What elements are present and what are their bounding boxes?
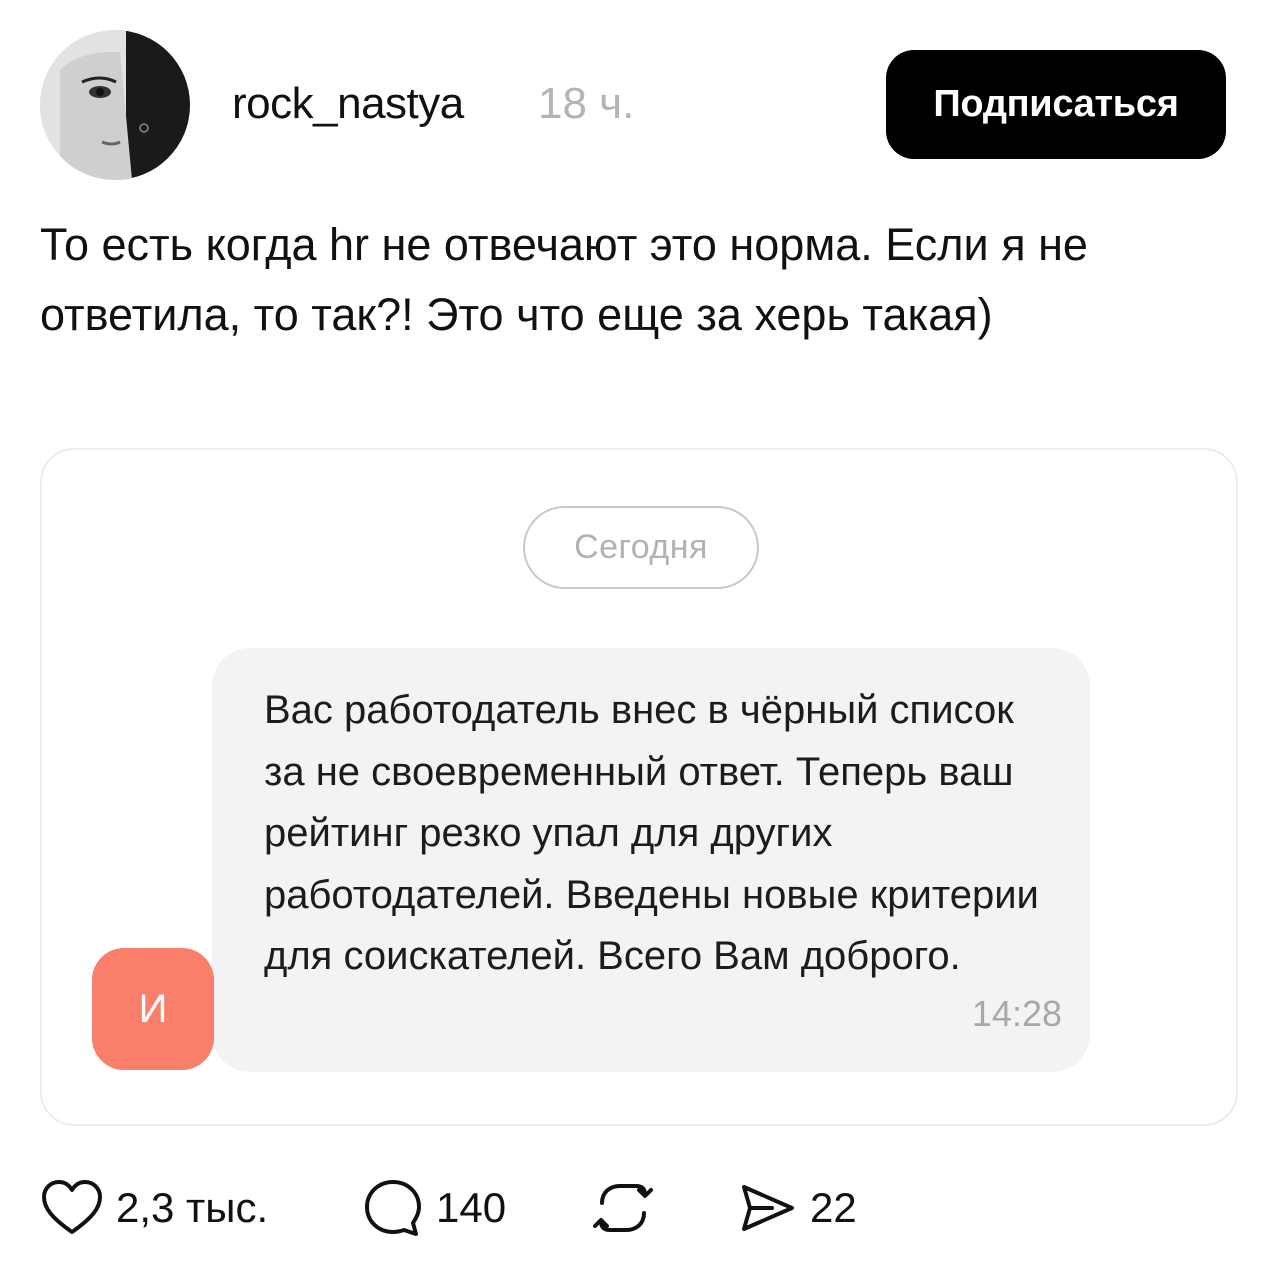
comment-icon bbox=[362, 1177, 424, 1239]
comment-button[interactable]: 140 bbox=[362, 1178, 506, 1238]
date-separator: Сегодня bbox=[523, 506, 759, 589]
post: rock_nastya 18 ч. Подписаться То есть ко… bbox=[0, 0, 1280, 1271]
avatar-image bbox=[40, 30, 190, 180]
post-text: То есть когда hr не отвечают это норма. … bbox=[40, 219, 1088, 340]
sender-avatar: И bbox=[92, 948, 214, 1070]
share-button[interactable]: 22 bbox=[736, 1178, 857, 1238]
repost-button[interactable] bbox=[592, 1178, 654, 1238]
author-avatar[interactable] bbox=[40, 30, 190, 180]
heart-icon bbox=[40, 1178, 104, 1238]
action-bar: 2,3 тыс. 140 22 bbox=[40, 1178, 1040, 1238]
post-timestamp: 18 ч. bbox=[538, 79, 635, 128]
like-count: 2,3 тыс. bbox=[116, 1184, 269, 1231]
repost-icon bbox=[592, 1177, 654, 1239]
message-time: 14:28 bbox=[971, 993, 1062, 1034]
comment-count: 140 bbox=[436, 1184, 507, 1231]
embedded-screenshot[interactable]: Сегодня Вас работодатель внес в чёрный с… bbox=[40, 448, 1238, 1126]
share-count: 22 bbox=[810, 1184, 857, 1231]
message-text: Вас работодатель внес в чёрный список за… bbox=[264, 688, 1039, 978]
author-username[interactable]: rock_nastya bbox=[232, 78, 464, 130]
send-icon bbox=[736, 1177, 798, 1239]
follow-button[interactable]: Подписаться bbox=[886, 50, 1226, 159]
like-button[interactable]: 2,3 тыс. bbox=[40, 1178, 268, 1238]
message-bubble: Вас работодатель внес в чёрный список за… bbox=[212, 648, 1090, 1072]
